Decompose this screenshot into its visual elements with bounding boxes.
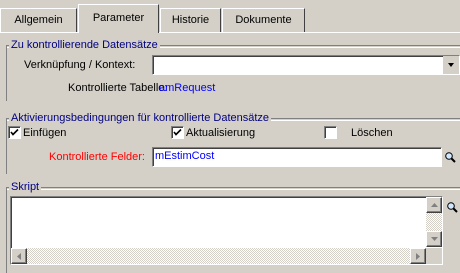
section-title: Aktivierungsbedingungen für kontrolliert… [9,111,272,125]
update-checkbox[interactable] [171,126,184,139]
controlled-table-value: amRequest [159,82,216,94]
link-context-combo[interactable] [152,55,460,75]
scroll-left-button[interactable] [11,248,27,264]
chevron-down-icon [448,63,454,67]
insert-label: Einfügen [23,127,67,139]
chevron-right-icon [416,252,420,260]
controlled-fields-input[interactable]: mEstimCost [152,147,442,167]
chevron-up-icon [430,203,438,207]
combo-dropdown-button[interactable] [443,56,459,74]
tab-bar: Allgemein Parameter Historie Dokumente [0,0,460,33]
checkmark-icon [10,128,19,136]
tab-parameter[interactable]: Parameter [78,4,159,33]
scroll-right-button[interactable] [410,248,426,264]
insert-checkbox[interactable] [8,126,21,139]
section-title: Skript [9,180,42,194]
fields-zoom-button[interactable] [442,148,458,166]
script-editor[interactable] [10,196,443,265]
scroll-up-button[interactable] [426,197,442,213]
checkmark-icon [173,128,182,136]
controlled-fields-value: mEstimCost [155,150,215,162]
horizontal-scrollbar[interactable] [11,248,426,264]
scroll-down-button[interactable] [426,231,442,247]
chevron-left-icon [17,252,21,260]
chevron-down-icon [430,237,438,241]
update-label: Aktualisierung [186,127,256,139]
controlled-table-label: Kontrollierte Tabelle: [68,82,168,94]
tab-allgemein[interactable]: Allgemein [0,8,77,32]
magnifier-icon [445,152,456,163]
link-context-label: Verknüpfung / Kontext: [24,59,136,71]
scroll-corner [426,248,442,264]
controlled-fields-label: Kontrollierte Felder: [49,151,145,163]
script-zoom-button[interactable] [444,198,460,216]
section-title: Zu kontrollierende Datensätze [9,38,160,52]
tab-dokumente[interactable]: Dokumente [222,8,305,32]
tab-divider [0,32,460,33]
delete-checkbox[interactable] [324,126,337,139]
delete-label: Löschen [351,127,393,139]
magnifier-icon [447,202,458,213]
tab-historie[interactable]: Historie [160,8,221,32]
